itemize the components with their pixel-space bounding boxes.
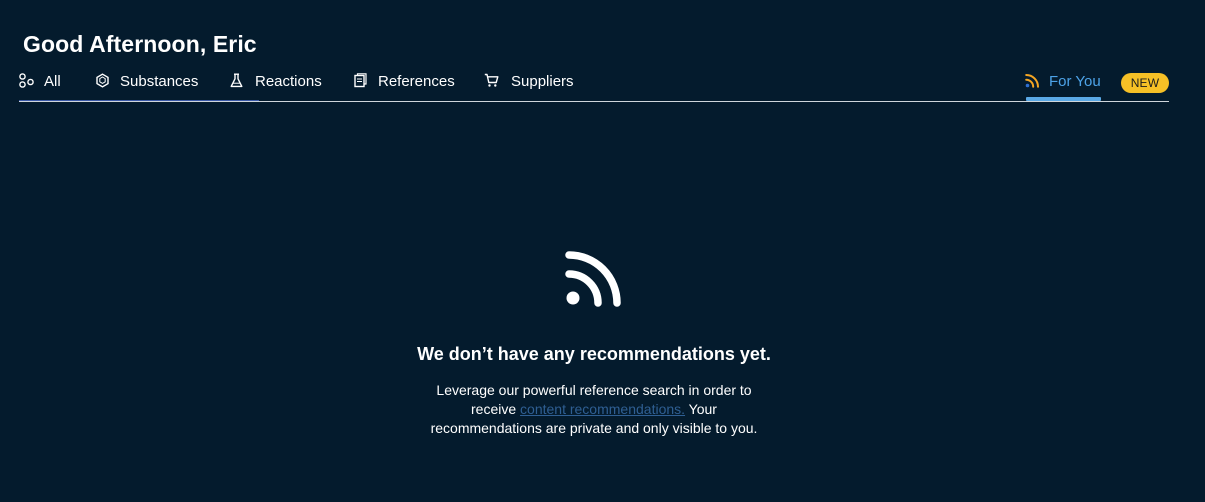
tab-substances-label: Substances <box>120 73 199 90</box>
document-icon <box>353 73 368 88</box>
search-type-tabs: All Substances Reactions References Supp… <box>19 70 1169 102</box>
tab-references[interactable]: References <box>353 70 455 101</box>
flask-icon <box>229 73 244 88</box>
rss-icon <box>352 247 836 307</box>
new-badge: NEW <box>1121 73 1169 93</box>
tab-suppliers[interactable]: Suppliers <box>484 70 574 101</box>
content-recommendations-link[interactable]: content recommendations. <box>520 401 685 417</box>
molecule-icon <box>19 73 34 88</box>
rss-icon <box>1025 73 1040 88</box>
empty-state: We don’t have any recommendations yet. L… <box>352 247 836 438</box>
tab-reactions[interactable]: Reactions <box>229 70 322 101</box>
empty-state-title: We don’t have any recommendations yet. <box>417 344 771 364</box>
tab-suppliers-label: Suppliers <box>511 73 574 90</box>
empty-state-message: Leverage our powerful reference search i… <box>414 381 774 438</box>
tab-substances[interactable]: Substances <box>95 70 198 101</box>
page-title: Good Afternoon, Eric <box>23 31 257 57</box>
hexagon-icon <box>95 73 110 88</box>
active-tab-indicator <box>1026 97 1101 101</box>
tab-all-label: All <box>44 73 61 90</box>
page: Good Afternoon, Eric All Substances Reac… <box>0 0 1205 502</box>
tab-reactions-label: Reactions <box>255 73 322 90</box>
tab-references-label: References <box>378 73 455 90</box>
tab-all[interactable]: All <box>19 70 61 101</box>
tab-for-you-label: For You <box>1049 73 1101 90</box>
cart-icon <box>484 73 499 88</box>
